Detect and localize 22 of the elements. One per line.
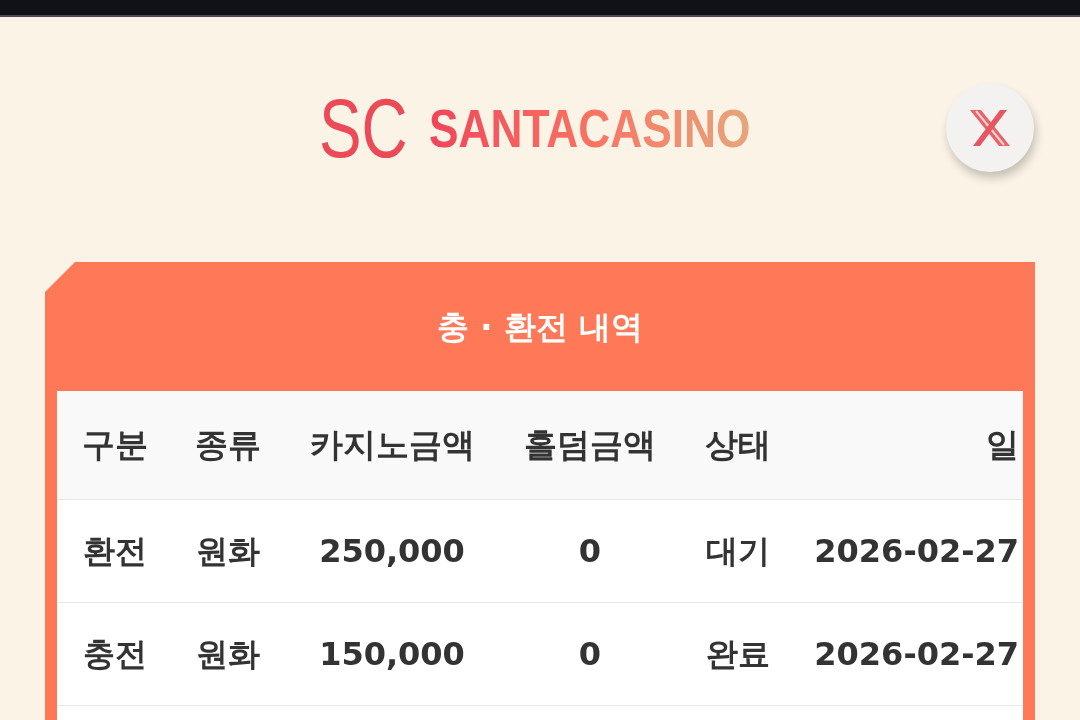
column-header: 종류 — [194, 424, 262, 467]
table-cell-text: 2026-02-27 — [813, 531, 1020, 572]
table-cell-text: 150,000 — [318, 634, 466, 675]
logo-mark: SC — [319, 86, 408, 170]
table-cell-text: 완료 — [705, 634, 771, 675]
table-cell-text: 충전 — [82, 634, 148, 675]
table-cell-text: 0 — [577, 634, 603, 675]
table-cell-text: 환전 — [82, 531, 148, 572]
panel-title: 충 · 환전 내역 — [437, 306, 643, 348]
table-cell-text: 대기 — [705, 531, 771, 572]
column-header: 일 — [985, 424, 1020, 467]
table-cell-text: 원화 — [195, 531, 261, 572]
close-icon — [967, 108, 1013, 148]
column-header: 카지노금액 — [308, 424, 476, 467]
table-cell-text: 원화 — [195, 634, 261, 675]
close-button[interactable] — [946, 84, 1034, 172]
column-header: 상태 — [704, 424, 772, 467]
table-cell-text: 250,000 — [318, 531, 466, 572]
table-cell-text: 0 — [577, 531, 603, 572]
table-cell-text: 2026-02-27 — [813, 634, 1020, 675]
column-header: 홀덤금액 — [523, 424, 657, 467]
column-header: 구분 — [81, 424, 149, 467]
